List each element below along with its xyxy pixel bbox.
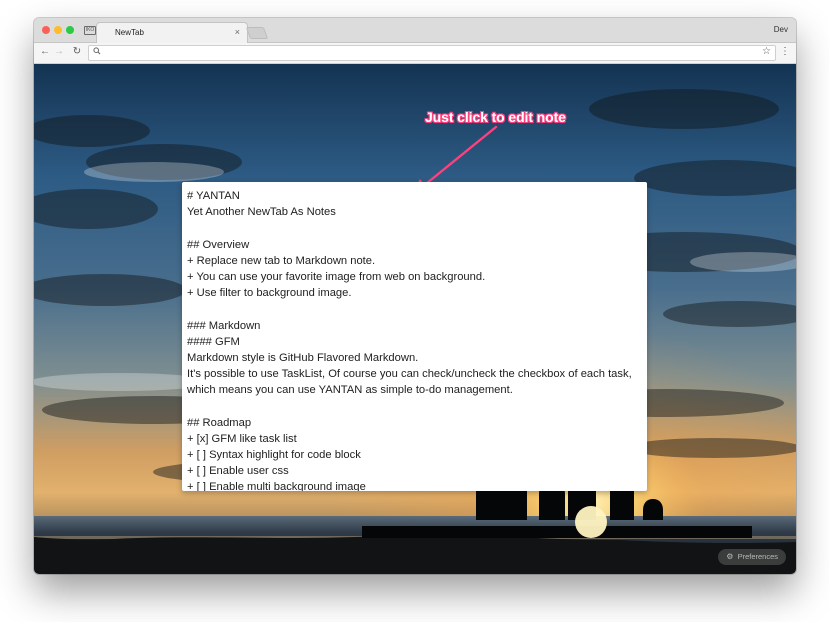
note-line[interactable]: # YANTAN	[187, 188, 642, 204]
note-line[interactable]: + [x] GFM like task list	[187, 431, 642, 447]
note-line[interactable]: ## Overview	[187, 237, 642, 253]
note-line[interactable]: + [ ] Syntax highlight for code block	[187, 447, 642, 463]
new-tab-button[interactable]	[245, 27, 269, 39]
bookmark-star-icon[interactable]: ☆	[762, 46, 771, 57]
note-line[interactable]: + Use filter to background image.	[187, 285, 642, 301]
browser-toolbar: ← → ↻ ☆ ⋮	[34, 43, 796, 64]
forward-arrow-icon[interactable]: →	[53, 46, 65, 58]
back-arrow-icon[interactable]: ←	[39, 46, 51, 58]
tab-newtab[interactable]: NewTab ×	[96, 22, 248, 43]
note-line[interactable]	[187, 398, 642, 414]
note-line[interactable]: + [ ] Enable multi background image	[187, 479, 642, 491]
edit-note-hint: Just click to edit note	[425, 109, 566, 125]
search-icon	[93, 47, 101, 57]
menu-icon[interactable]: ⋮	[780, 46, 790, 58]
preferences-button[interactable]: ⚙ Preferences	[718, 549, 786, 565]
note-line[interactable]: + Replace new tab to Markdown note.	[187, 253, 642, 269]
profile-name[interactable]: Dev	[774, 25, 788, 34]
note-line[interactable]: #### GFM	[187, 334, 642, 350]
address-bar[interactable]: ☆	[88, 45, 776, 61]
tab-strip: IKO NewTab × Dev	[34, 18, 796, 43]
reload-icon[interactable]: ↻	[71, 46, 83, 58]
address-input[interactable]	[105, 47, 745, 58]
note-line[interactable]	[187, 220, 642, 236]
tab-close-icon[interactable]: ×	[235, 27, 240, 37]
preferences-label: Preferences	[737, 552, 778, 561]
gear-icon: ⚙	[726, 552, 734, 561]
minimize-window-button[interactable]	[54, 26, 62, 34]
newtab-content: Just click to edit note # YANTAN Yet Ano…	[34, 64, 796, 574]
note-line[interactable]: Yet Another NewTab As Notes	[187, 204, 642, 220]
browser-window: IKO NewTab × Dev ← → ↻ ☆ ⋮ Just click to…	[34, 18, 796, 574]
note-content[interactable]: # YANTAN Yet Another NewTab As Notes ## …	[187, 188, 642, 491]
note-line[interactable]: which means you can use YANTAN as simple…	[187, 382, 642, 398]
note-line[interactable]: ### Markdown	[187, 318, 642, 334]
profile-chip-icon[interactable]: IKO	[84, 26, 96, 35]
note-line[interactable]: + You can use your favorite image from w…	[187, 269, 642, 285]
note-line[interactable]: ## Roadmap	[187, 415, 642, 431]
tab-title: NewTab	[115, 28, 144, 37]
close-window-button[interactable]	[42, 26, 50, 34]
note-line[interactable]: It's possible to use TaskList, Of course…	[187, 366, 642, 382]
note-line[interactable]: Markdown style is GitHub Flavored Markdo…	[187, 350, 642, 366]
note-line[interactable]: + [ ] Enable user css	[187, 463, 642, 479]
markdown-note-editor[interactable]: # YANTAN Yet Another NewTab As Notes ## …	[182, 182, 647, 491]
note-line[interactable]	[187, 301, 642, 317]
maximize-window-button[interactable]	[66, 26, 74, 34]
